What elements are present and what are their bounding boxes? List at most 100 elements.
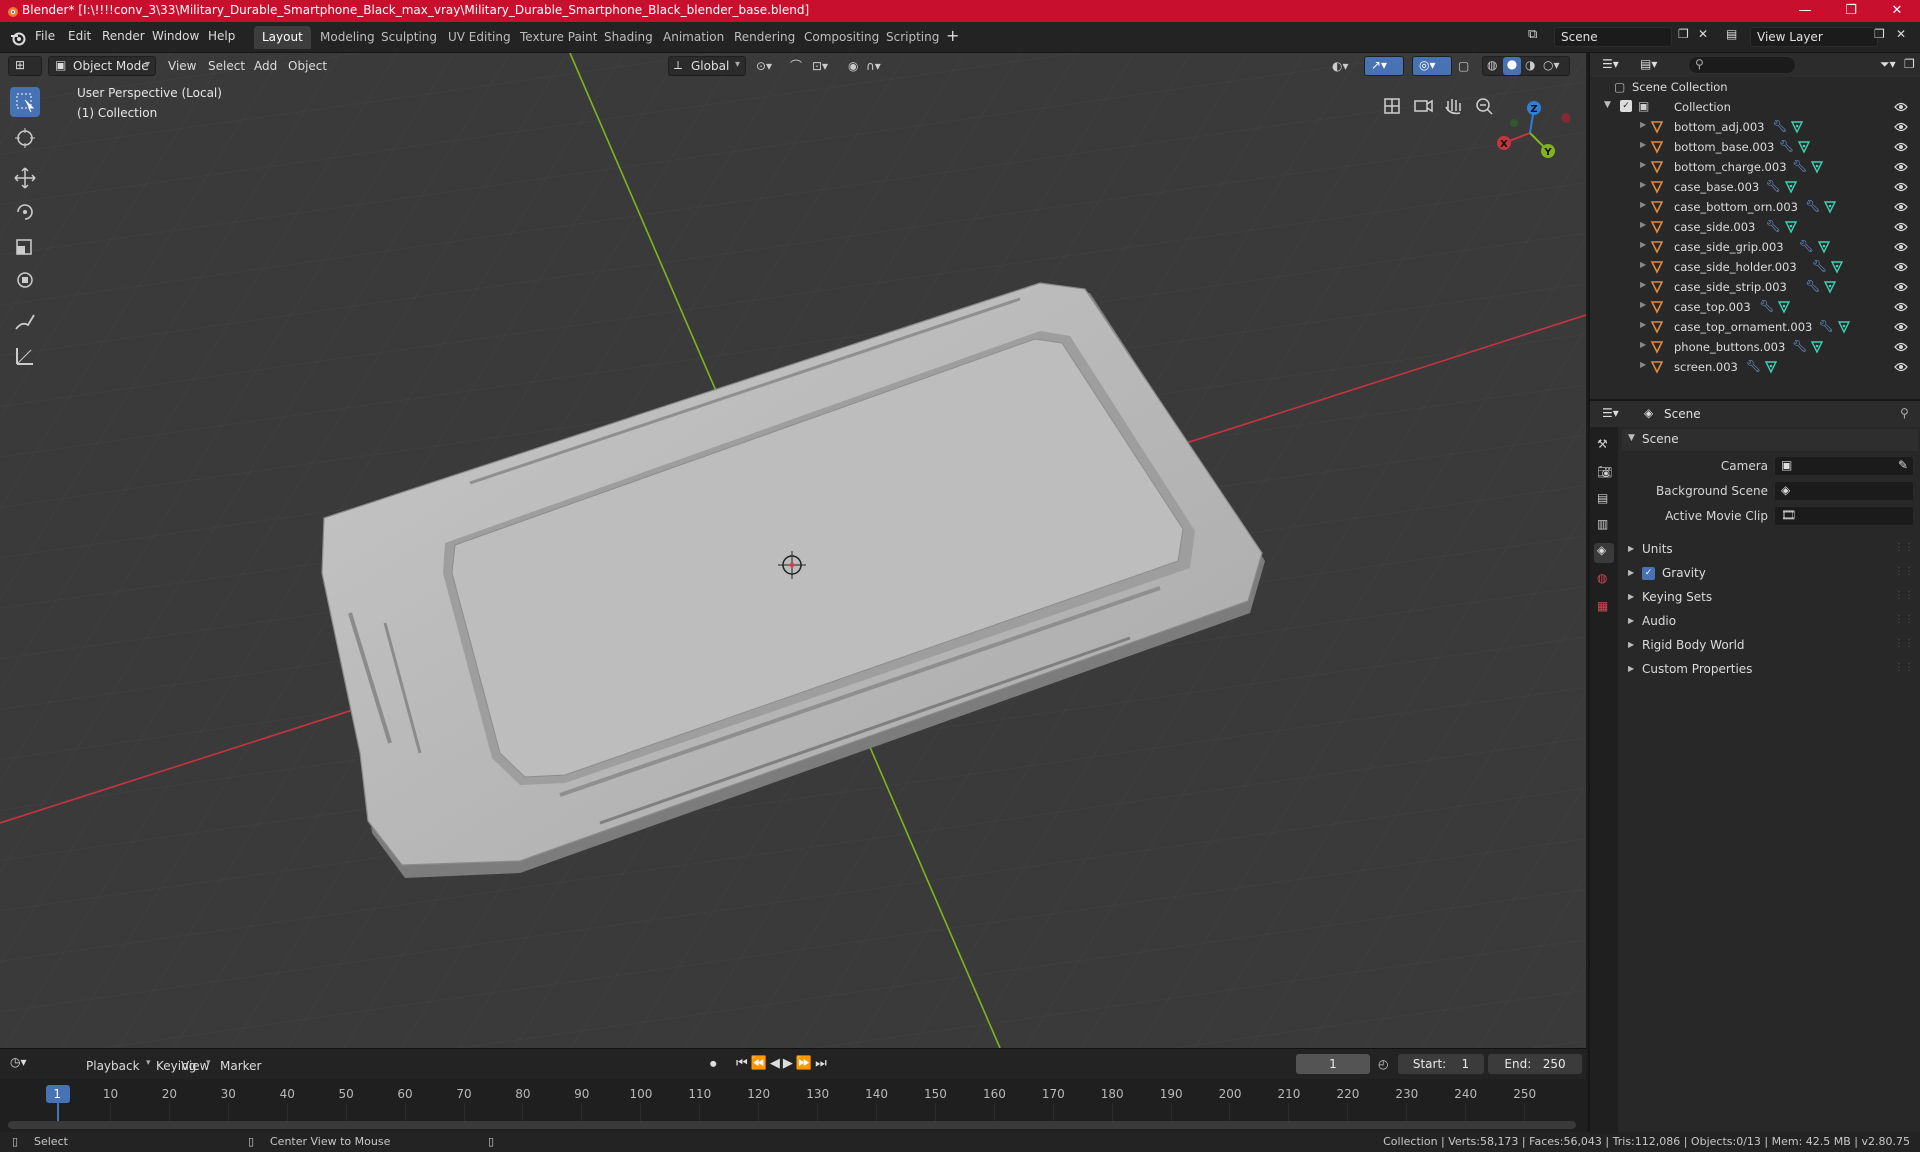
eye-icon[interactable] xyxy=(1894,341,1908,353)
hand-pan-icon[interactable] xyxy=(1445,99,1461,115)
gravity-checkbox[interactable]: ✓ xyxy=(1642,567,1655,580)
wrench-modifier-icon[interactable]: 🔧︎ xyxy=(1772,119,1787,133)
expand-arrow-icon[interactable]: ▶ xyxy=(1640,260,1646,269)
mesh-data-icon[interactable] xyxy=(1810,340,1824,354)
subpanel-custom-properties[interactable]: ▶ Custom Properties ⋮⋮ xyxy=(1622,659,1918,681)
subpanel-audio[interactable]: ▶ Audio ⋮⋮ xyxy=(1622,611,1918,633)
outliner-object-row[interactable]: ▶ case_side_holder.003 🔧︎ xyxy=(1590,257,1920,277)
outliner-object-row[interactable]: ▶ bottom_base.003 🔧︎ xyxy=(1590,137,1920,157)
close-button[interactable]: ✕ xyxy=(1874,0,1920,22)
view-layer-icon[interactable]: ▤ xyxy=(1726,27,1737,41)
filter-icon[interactable]: ⏷▾ xyxy=(1880,57,1896,72)
drag-handle-icon[interactable]: ⋮⋮ xyxy=(1894,590,1914,601)
tab-uv-editing[interactable]: UV Editing xyxy=(440,26,519,49)
outliner-object-row[interactable]: ▶ case_base.003 🔧︎ xyxy=(1590,177,1920,197)
eye-icon[interactable] xyxy=(1894,101,1908,113)
wrench-modifier-icon[interactable]: 🔧︎ xyxy=(1759,299,1774,313)
outliner-object-row[interactable]: ▶ phone_buttons.003 🔧︎ xyxy=(1590,337,1920,357)
tab-sculpting[interactable]: Sculpting xyxy=(373,26,445,49)
mesh-data-icon[interactable] xyxy=(1784,180,1798,194)
expand-arrow-icon[interactable]: ▶ xyxy=(1640,240,1646,249)
jump-start-icon[interactable]: ⏮ xyxy=(736,1056,751,1071)
delete-view-layer-icon[interactable]: ✕ xyxy=(1896,27,1906,41)
editor-type-button[interactable]: ⊞ xyxy=(8,56,42,76)
tab-scripting[interactable]: Scripting xyxy=(878,26,947,49)
wrench-modifier-icon[interactable]: 🔧︎ xyxy=(1766,219,1781,233)
wrench-modifier-icon[interactable]: 🔧︎ xyxy=(1766,179,1781,193)
menu-help[interactable]: Help xyxy=(208,29,235,43)
world-tab[interactable]: ◍ xyxy=(1594,571,1614,591)
neg-y-axis-icon[interactable] xyxy=(1510,119,1518,127)
overlay-toggle[interactable]: ◎▾ xyxy=(1412,56,1452,76)
menu-window[interactable]: Window xyxy=(152,29,199,43)
mesh-data-icon[interactable] xyxy=(1797,140,1811,154)
wrench-modifier-icon[interactable]: 🔧︎ xyxy=(1805,199,1820,213)
3d-viewport[interactable]: ⊞ ▣ Object Mode ▾ View Select Add Object… xyxy=(0,53,1586,1048)
active-movie-clip-field[interactable]: 🎞︎ xyxy=(1774,506,1914,526)
snap-target-icon[interactable]: ⊡▾ xyxy=(812,56,828,76)
annotate-tool[interactable] xyxy=(10,307,40,337)
expand-arrow-icon[interactable]: ▶ xyxy=(1640,120,1646,129)
menu-edit[interactable]: Edit xyxy=(68,29,91,43)
new-scene-icon[interactable]: ❐ xyxy=(1678,27,1689,41)
render-tab[interactable]: 📷︎ xyxy=(1594,465,1614,485)
tab-compositing[interactable]: Compositing xyxy=(796,26,887,49)
gizmo-toggle[interactable]: ↗▾ xyxy=(1364,56,1404,76)
eye-icon[interactable] xyxy=(1894,161,1908,173)
scene-selector-icon[interactable]: ⧉ xyxy=(1528,27,1537,42)
view-layer-field[interactable]: View Layer xyxy=(1750,27,1878,47)
delete-scene-icon[interactable]: ✕ xyxy=(1698,27,1708,41)
proportional-edit-icon[interactable]: ◉ xyxy=(848,56,858,76)
outliner-scene-collection[interactable]: ▢ Scene Collection xyxy=(1590,77,1920,97)
timeline-editor-type-icon[interactable]: ◷▾ xyxy=(10,1055,27,1069)
menu-file[interactable]: File xyxy=(35,29,55,43)
properties-editor-type-icon[interactable]: ☰▾ xyxy=(1602,406,1619,420)
camera-field[interactable]: ▣ ✎ xyxy=(1774,456,1914,476)
timeline-menu-playback[interactable]: Playback xyxy=(86,1056,140,1076)
texture-tab[interactable]: ▦ xyxy=(1594,599,1614,619)
outliner-object-row[interactable]: ▶ case_side_grip.003 🔧︎ xyxy=(1590,237,1920,257)
outliner-object-row[interactable]: ▶ bottom_charge.003 🔧︎ xyxy=(1590,157,1920,177)
play-reverse-icon[interactable]: ◀ xyxy=(770,1056,783,1071)
viewport-menu-view[interactable]: View xyxy=(168,56,196,76)
expand-arrow-icon[interactable]: ▶ xyxy=(1640,220,1646,229)
mesh-data-icon[interactable] xyxy=(1810,160,1824,174)
viewport-menu-add[interactable]: Add xyxy=(254,56,277,76)
view-layer-tab[interactable]: ▥ xyxy=(1594,517,1614,537)
xray-icon[interactable]: ▢ xyxy=(1458,56,1469,76)
subpanel-keying-sets[interactable]: ▶ Keying Sets ⋮⋮ xyxy=(1622,587,1918,609)
background-scene-field[interactable]: ◈ xyxy=(1774,481,1914,501)
subpanel-gravity[interactable]: ▶ ✓ Gravity ⋮⋮ xyxy=(1622,563,1918,585)
display-mode-icon[interactable]: ▤▾ xyxy=(1640,57,1657,71)
wrench-modifier-icon[interactable]: 🔧︎ xyxy=(1746,359,1761,373)
eye-icon[interactable] xyxy=(1894,221,1908,233)
scene-field[interactable]: Scene xyxy=(1554,27,1672,47)
rendered-shading-icon[interactable]: ○▾ xyxy=(1543,58,1560,72)
blender-menu-icon[interactable] xyxy=(10,30,26,46)
eye-icon[interactable] xyxy=(1894,141,1908,153)
outliner-search-input[interactable]: ⚲ xyxy=(1688,56,1796,74)
pivot-icon[interactable]: ⊙▾ xyxy=(756,56,772,76)
material-shading-icon[interactable]: ◑ xyxy=(1525,58,1535,72)
next-keyframe-icon[interactable]: ⏩ xyxy=(796,1056,815,1071)
mesh-data-icon[interactable] xyxy=(1784,220,1798,234)
scene-tab[interactable]: ◈ xyxy=(1594,543,1614,563)
wrench-modifier-icon[interactable]: 🔧︎ xyxy=(1805,279,1820,293)
mesh-data-icon[interactable] xyxy=(1823,200,1837,214)
viewport-menu-object[interactable]: Object xyxy=(288,56,327,76)
wrench-modifier-icon[interactable]: 🔧︎ xyxy=(1792,159,1807,173)
expand-arrow-icon[interactable]: ▶ xyxy=(1640,140,1646,149)
subpanel-rigid-body-world[interactable]: ▶ Rigid Body World ⋮⋮ xyxy=(1622,635,1918,657)
current-frame-field[interactable]: 1 xyxy=(1296,1054,1370,1074)
timeline-scrollbar[interactable] xyxy=(8,1121,1576,1129)
expand-arrow-icon[interactable]: ▶ xyxy=(1640,280,1646,289)
eye-icon[interactable] xyxy=(1894,301,1908,313)
rotate-tool[interactable] xyxy=(10,197,40,227)
add-workspace-icon[interactable]: + xyxy=(946,26,959,45)
move-tool[interactable] xyxy=(10,163,40,193)
drag-handle-icon[interactable]: ⋮⋮ xyxy=(1894,638,1914,649)
mesh-data-icon[interactable] xyxy=(1830,260,1844,274)
play-icon[interactable]: ▶ xyxy=(783,1056,796,1071)
mesh-data-icon[interactable] xyxy=(1790,120,1804,134)
wrench-modifier-icon[interactable]: 🔧︎ xyxy=(1792,339,1807,353)
